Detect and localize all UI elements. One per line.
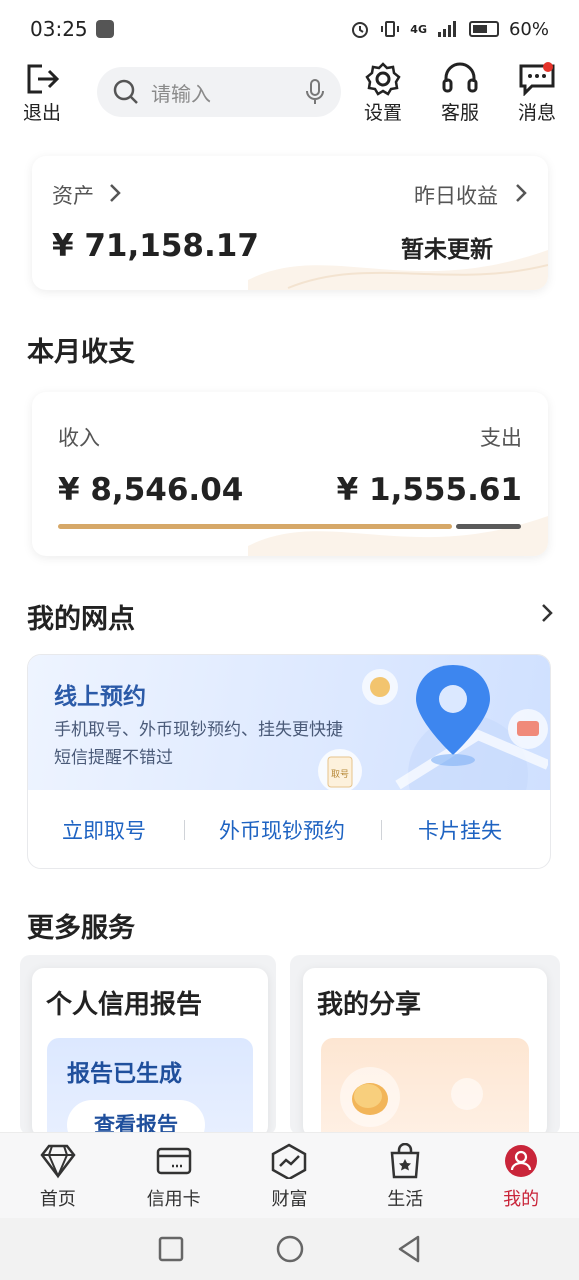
settings-label: 设置: [363, 102, 402, 124]
monthly-card[interactable]: 收入 支出 ¥ 8,546.04 ¥ 1,555.61: [32, 392, 548, 556]
battery-level: 60%: [508, 18, 549, 40]
my-share-card[interactable]: 我的分享: [303, 968, 547, 1138]
search-bar[interactable]: 请输入: [97, 67, 341, 117]
ticket-illustration-text: 取号: [331, 770, 350, 780]
take-number-link[interactable]: 立即取号: [62, 815, 146, 845]
battery-icon: [468, 21, 499, 37]
headset-icon: [442, 62, 478, 93]
expense-label: 支出: [480, 426, 522, 450]
tab-life[interactable]: 生活: [347, 1133, 463, 1218]
share-title: 我的分享: [317, 990, 422, 1020]
tab-label: 财富: [271, 1189, 308, 1210]
app-notification-icon: [95, 20, 114, 38]
tab-label: 首页: [39, 1189, 76, 1210]
chevron-right-icon: [516, 184, 527, 202]
chevron-right-icon: [110, 184, 121, 202]
card-loss-link[interactable]: 卡片挂失: [418, 815, 502, 845]
divider: [184, 820, 185, 840]
shopping-bag-icon: [390, 1143, 420, 1179]
credit-report-title: 个人信用报告: [46, 990, 203, 1020]
income-label: 收入: [58, 426, 100, 450]
credit-report-status: 报告已生成: [67, 1061, 182, 1087]
status-right: 4G 60%: [350, 19, 549, 40]
yesterday-earnings-value: 暂未更新: [401, 237, 493, 263]
tab-wealth[interactable]: 财富: [232, 1133, 348, 1218]
credit-report-card[interactable]: 个人信用报告 报告已生成 查看报告: [32, 968, 268, 1138]
assets-card[interactable]: 资产 ¥ 71,158.17 昨日收益 暂未更新: [32, 156, 548, 290]
chevron-right-icon[interactable]: [540, 602, 554, 624]
banner-line1: 手机取号、外币现钞预约、挂失更快捷: [54, 720, 343, 740]
banner-line2: 短信提醒不错过: [54, 748, 173, 768]
trend-icon: [272, 1143, 307, 1179]
network-type: 4G: [410, 22, 427, 36]
tab-label: 我的: [503, 1189, 540, 1210]
branch-links: 立即取号 外币现钞预约 卡片挂失: [28, 790, 550, 868]
vibrate-icon: [381, 21, 400, 37]
service-label: 客服: [440, 102, 479, 124]
customer-service-button[interactable]: 客服: [430, 62, 490, 125]
yesterday-earnings-label[interactable]: 昨日收益: [414, 180, 498, 210]
microphone-icon[interactable]: [305, 78, 325, 106]
assets-label: 资产: [52, 184, 94, 208]
foreign-cash-link[interactable]: 外币现钞预约: [219, 815, 345, 845]
status-time: 03:25: [30, 17, 88, 41]
back-icon[interactable]: [396, 1235, 422, 1263]
branch-title: 我的网点: [27, 604, 135, 635]
banner-title: 线上预约: [54, 684, 146, 710]
diamond-icon: [40, 1144, 76, 1179]
messages-button[interactable]: 消息: [507, 62, 567, 125]
income-bar: [58, 524, 452, 529]
gear-icon: [365, 62, 401, 96]
expense-value: ¥ 1,555.61: [336, 472, 522, 508]
tab-mine[interactable]: 我的: [463, 1133, 579, 1218]
unread-dot: [543, 62, 553, 72]
location-pin-illustration: [362, 665, 548, 790]
decorative-wave: [248, 250, 548, 290]
credit-card-icon: [156, 1147, 191, 1175]
income-value: ¥ 8,546.04: [58, 472, 244, 508]
status-bar: 03:25 4G 60%: [0, 0, 579, 58]
tab-label: 生活: [387, 1189, 424, 1210]
logout-label: 退出: [22, 102, 61, 124]
expense-bar: [456, 524, 521, 529]
settings-button[interactable]: 设置: [353, 62, 413, 125]
bubble-illustration: [451, 1078, 483, 1110]
logout-button[interactable]: 退出: [12, 62, 72, 125]
system-nav-bar: [0, 1218, 579, 1280]
recent-apps-icon[interactable]: [158, 1236, 184, 1262]
top-bar: 退出 请输入 设置 客服 消息: [0, 58, 579, 136]
bottom-tab-bar: 首页 信用卡 财富 生活 我的: [0, 1132, 579, 1218]
signal-icon: [437, 21, 456, 37]
user-icon: [505, 1145, 538, 1177]
search-input[interactable]: 请输入: [151, 78, 305, 107]
tab-home[interactable]: 首页: [0, 1133, 116, 1218]
home-icon[interactable]: [276, 1235, 304, 1263]
share-panel: [321, 1038, 529, 1138]
branch-card: 线上预约 手机取号、外币现钞预约、挂失更快捷 短信提醒不错过 取号 立即取号 外…: [27, 654, 551, 869]
tab-credit-card[interactable]: 信用卡: [116, 1133, 232, 1218]
online-appointment-banner[interactable]: 线上预约 手机取号、外币现钞预约、挂失更快捷 短信提醒不错过 取号: [28, 655, 550, 791]
logout-icon: [27, 64, 60, 94]
tab-label: 信用卡: [146, 1189, 201, 1210]
credit-report-panel: 报告已生成 查看报告: [47, 1038, 253, 1138]
divider: [381, 820, 382, 840]
more-services-title: 更多服务: [27, 913, 135, 944]
alarm-icon: [352, 22, 369, 38]
messages-label: 消息: [517, 102, 556, 124]
search-icon: [113, 79, 138, 104]
coin-illustration: [340, 1067, 400, 1127]
monthly-title: 本月收支: [27, 337, 135, 368]
assets-value: ¥ 71,158.17: [52, 228, 259, 264]
